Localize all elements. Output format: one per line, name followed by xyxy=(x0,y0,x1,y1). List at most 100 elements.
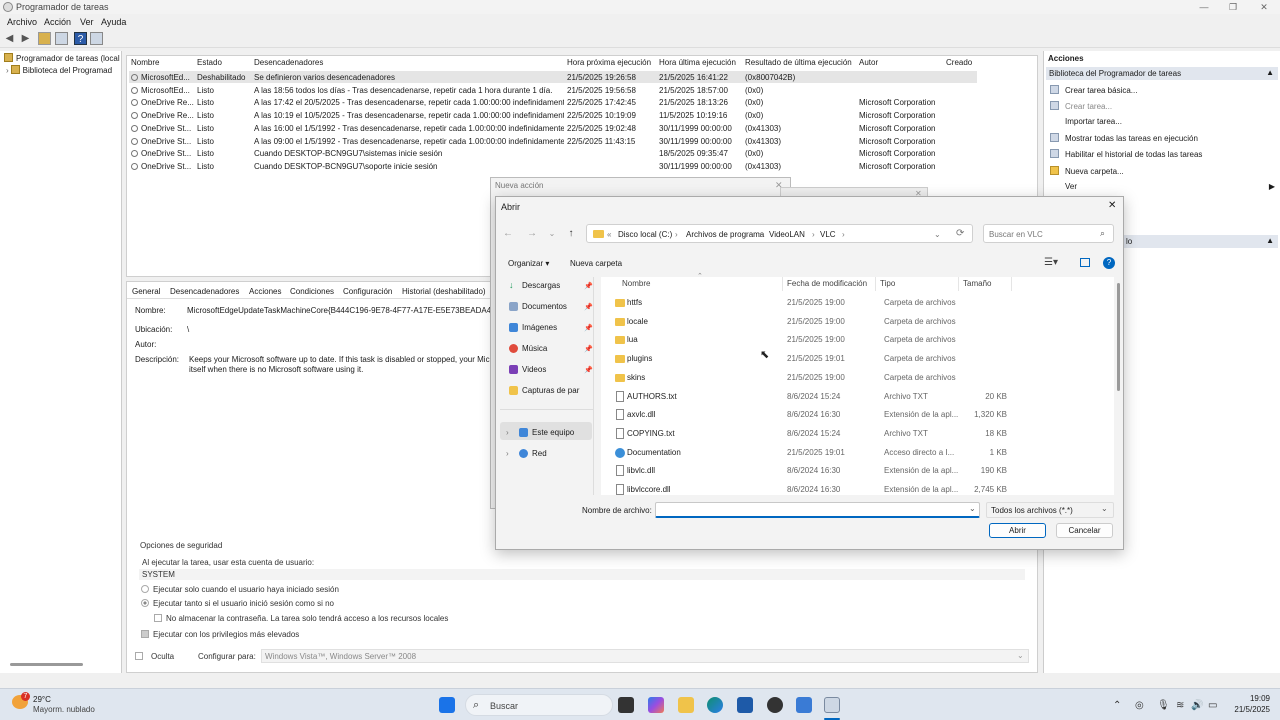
tab-history[interactable]: Historial (deshabilitado) xyxy=(402,287,486,296)
filename-input[interactable]: ⌄ xyxy=(655,502,980,518)
copilot-icon[interactable] xyxy=(648,697,664,713)
cancel-button[interactable]: Cancelar xyxy=(1056,523,1113,538)
action-show-running[interactable]: Mostrar todas las tareas en ejecución xyxy=(1050,133,1198,143)
folder-up-icon[interactable] xyxy=(38,32,51,45)
forward-icon[interactable]: → xyxy=(526,228,538,240)
breadcrumb-program-files[interactable]: Archivos de programa xyxy=(686,230,764,239)
taskbar-search[interactable]: ⌕ Buscar xyxy=(465,694,613,716)
maximize-button[interactable]: ❐ xyxy=(1219,0,1247,14)
address-bar[interactable]: « Disco local (C:) › Archivos de program… xyxy=(586,224,973,243)
breadcrumb-disk[interactable]: Disco local (C:) xyxy=(618,230,672,239)
search-icon[interactable]: ⌕ xyxy=(1100,228,1105,239)
breadcrumb-vlc[interactable]: VLC xyxy=(820,230,836,239)
task-row[interactable]: OneDrive Re... Listo A las 17:42 el 20/5/2… xyxy=(129,96,977,108)
task-view-icon[interactable] xyxy=(618,697,634,713)
microphone-icon[interactable]: 🎙 xyxy=(1157,700,1170,711)
store-icon[interactable] xyxy=(737,697,753,713)
back-icon[interactable]: ← xyxy=(502,228,514,240)
action-view[interactable]: Ver ▶ xyxy=(1065,182,1275,191)
minimize-button[interactable]: — xyxy=(1190,0,1218,14)
checkbox-no-password[interactable] xyxy=(154,614,162,622)
option-logged-on-or-not[interactable]: Ejecutar tanto si el usuario inició sesi… xyxy=(141,599,334,608)
preview-pane-icon[interactable] xyxy=(1080,258,1090,267)
back-arrow-icon[interactable]: ◀ xyxy=(3,32,16,45)
tray-overflow-icon[interactable]: ⌃ xyxy=(1113,700,1121,711)
nav-downloads[interactable]: ↓ Descargas xyxy=(509,280,560,290)
nav-documents[interactable]: Documentos xyxy=(509,302,567,311)
file-row[interactable]: COPYING.txt 8/6/2024 15:24 Archivo TXT 18 K… xyxy=(601,425,1114,443)
clock-date[interactable]: 21/5/2025 xyxy=(1220,705,1270,714)
col-name[interactable]: Nombre xyxy=(131,58,159,67)
notepad-icon[interactable] xyxy=(796,697,812,713)
close-button[interactable]: ✕ xyxy=(1250,0,1278,14)
file-row[interactable]: libvlc.dll 8/6/2024 16:30 Extensión de la … xyxy=(601,462,1114,480)
open-dialog-close-icon[interactable]: ✕ xyxy=(1108,200,1116,211)
file-row[interactable]: httfs 21/5/2025 19:00 Carpeta de archivos xyxy=(601,294,1114,312)
nav-pictures[interactable]: Imágenes xyxy=(509,323,557,332)
radio-logged-on-or-not[interactable] xyxy=(141,599,149,607)
weather-temp[interactable]: 29°C xyxy=(33,695,51,704)
nav-music[interactable]: Música xyxy=(509,344,547,353)
file-row[interactable]: Documentation 21/5/2025 19:01 Acceso direc… xyxy=(601,444,1114,462)
up-icon[interactable]: ↑ xyxy=(565,228,577,240)
edge-icon[interactable] xyxy=(707,697,723,713)
help-icon[interactable]: ? xyxy=(1103,257,1115,269)
refresh-icon[interactable]: ⟳ xyxy=(956,228,964,239)
vertical-scrollbar[interactable] xyxy=(1117,283,1120,391)
filetype-select[interactable]: Todos los archivos (*.*) ⌄ xyxy=(986,502,1114,518)
file-row[interactable]: skins 21/5/2025 19:00 Carpeta de archivos xyxy=(601,369,1114,387)
address-history-icon[interactable]: ⌄ xyxy=(934,230,941,239)
app-icon[interactable] xyxy=(767,697,783,713)
col-last-result[interactable]: Resultado de última ejecución xyxy=(745,58,852,67)
weather-desc[interactable]: Mayorm. nublado xyxy=(33,705,95,714)
wifi-icon[interactable]: ≋ xyxy=(1176,700,1184,711)
col-next-run[interactable]: Hora próxima ejecución xyxy=(567,58,651,67)
menu-ayuda[interactable]: Ayuda xyxy=(101,17,126,27)
forward-arrow-icon[interactable]: ▶ xyxy=(19,32,32,45)
windows-start-icon[interactable] xyxy=(439,697,455,713)
tab-general[interactable]: General xyxy=(132,287,160,296)
task-scheduler-taskbar-icon[interactable] xyxy=(824,697,840,713)
option-logged-on[interactable]: Ejecutar solo cuando el usuario haya ini… xyxy=(141,585,339,594)
col-created[interactable]: Creado xyxy=(946,58,972,67)
tray-app-icon[interactable]: ◎ xyxy=(1135,700,1144,711)
breadcrumb-videolan[interactable]: VideoLAN xyxy=(769,230,805,239)
menu-ver[interactable]: Ver xyxy=(80,17,94,27)
tab-conditions[interactable]: Condiciones xyxy=(290,287,334,296)
action-create-task[interactable]: Crear tarea... xyxy=(1050,101,1112,111)
file-row[interactable]: plugins 21/5/2025 19:01 Carpeta de archivo… xyxy=(601,350,1114,368)
show-pane-icon[interactable] xyxy=(90,32,103,45)
tab-triggers[interactable]: Desencadenadores xyxy=(170,287,239,296)
properties-icon[interactable] xyxy=(55,32,68,45)
menu-accion[interactable]: Acción xyxy=(44,17,71,27)
task-row[interactable]: OneDrive Re... Listo A las 10:19 el 10/5/2… xyxy=(129,109,977,121)
nav-screenshots[interactable]: Capturas de par xyxy=(509,386,579,395)
action-new-folder[interactable]: Nueva carpeta... xyxy=(1050,166,1124,176)
col-status[interactable]: Estado xyxy=(197,58,222,67)
nav-network[interactable]: › Red xyxy=(506,449,547,458)
file-row[interactable]: axvlc.dll 8/6/2024 16:30 Extensión de la a… xyxy=(601,406,1114,424)
checkbox-hidden[interactable] xyxy=(135,652,143,660)
action-create-basic-task[interactable]: Crear tarea básica... xyxy=(1050,85,1137,95)
action-import-task[interactable]: Importar tarea... xyxy=(1065,117,1122,126)
breadcrumb-overflow[interactable]: « xyxy=(607,230,611,239)
recent-locations-icon[interactable]: ⌄ xyxy=(546,228,558,240)
file-row[interactable]: lua 21/5/2025 19:00 Carpeta de archivos xyxy=(601,331,1114,349)
file-row[interactable]: AUTHORS.txt 8/6/2024 15:24 Archivo TXT 20 K… xyxy=(601,388,1114,406)
action-enable-history[interactable]: Habilitar el historial de todas las tare… xyxy=(1050,149,1202,159)
col-file-name[interactable]: Nombre xyxy=(622,279,650,288)
task-row[interactable]: MicrosoftEd... Listo A las 18:56 todos los… xyxy=(129,84,977,96)
col-author[interactable]: Autor xyxy=(859,58,878,67)
open-button[interactable]: Abrir xyxy=(989,523,1046,538)
col-type[interactable]: Tipo xyxy=(880,279,895,288)
new-folder-button[interactable]: Nueva carpeta xyxy=(570,259,622,268)
option-hidden[interactable]: Oculta xyxy=(135,652,174,661)
task-row[interactable]: OneDrive St... Listo Cuando DESKTOP-BCN9GU… xyxy=(129,160,977,172)
horizontal-scrollbar[interactable] xyxy=(10,663,83,666)
task-row[interactable]: OneDrive St... Listo A las 09:00 el 1/5/19… xyxy=(129,135,977,147)
col-triggers[interactable]: Desencadenadores xyxy=(254,58,323,67)
tree-item-library[interactable]: › Biblioteca del Programad xyxy=(6,65,112,75)
nav-this-pc[interactable]: › Este equipo xyxy=(506,428,574,437)
menu-archivo[interactable]: Archivo xyxy=(7,17,37,27)
tree-item-root[interactable]: Programador de tareas (local xyxy=(4,53,120,63)
